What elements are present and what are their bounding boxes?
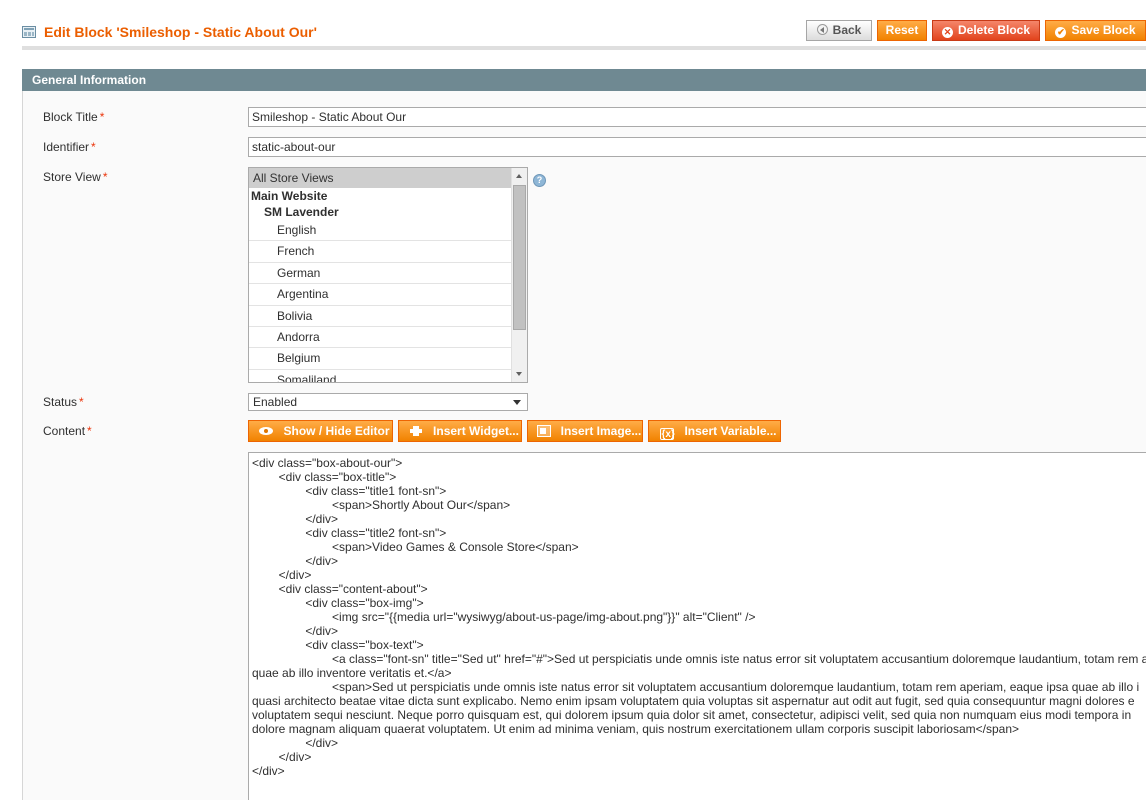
back-arrow-icon bbox=[816, 24, 828, 35]
widget-icon bbox=[409, 425, 423, 437]
status-selected-value: Enabled bbox=[253, 395, 298, 409]
required-marker: * bbox=[79, 395, 84, 409]
show-hide-editor-button[interactable]: Show / Hide Editor bbox=[248, 420, 393, 442]
image-icon bbox=[536, 425, 551, 437]
option-all-store-views[interactable]: All Store Views bbox=[249, 168, 511, 188]
block-title-label-text: Block Title bbox=[43, 110, 98, 124]
required-marker: * bbox=[99, 110, 105, 124]
identifier-label-text: Identifier bbox=[43, 140, 90, 154]
status-label-text: Status bbox=[43, 395, 78, 409]
reset-button[interactable]: Reset bbox=[877, 20, 927, 41]
content-html-text: <div class="box-about-our"> <div class="… bbox=[252, 456, 1146, 778]
scroll-down-arrow-icon[interactable] bbox=[512, 366, 527, 382]
page-title: Edit Block 'Smileshop - Static About Our… bbox=[44, 24, 317, 40]
header-divider bbox=[22, 46, 1146, 50]
delete-icon: ✕ bbox=[941, 27, 953, 38]
insert-image-label: Insert Image... bbox=[560, 424, 642, 438]
option-bolivia[interactable]: Bolivia bbox=[249, 306, 511, 327]
store-view-label: Store View * bbox=[43, 170, 107, 184]
option-english[interactable]: English bbox=[249, 220, 511, 242]
insert-image-button[interactable]: Insert Image... bbox=[527, 420, 643, 442]
scroll-up-arrow-icon[interactable] bbox=[512, 168, 527, 184]
page-header: Edit Block 'Smileshop - Static About Our… bbox=[0, 0, 1146, 50]
delete-block-button[interactable]: ✕ Delete Block bbox=[932, 20, 1040, 41]
option-somaliland[interactable]: Somaliland bbox=[249, 370, 511, 382]
status-select[interactable]: Enabled bbox=[248, 393, 528, 411]
option-german[interactable]: German bbox=[249, 263, 511, 285]
optgroup-main-website: Main Website bbox=[251, 189, 328, 203]
insert-widget-button[interactable]: Insert Widget... bbox=[398, 420, 522, 442]
grid-icon bbox=[22, 26, 36, 38]
insert-variable-label: Insert Variable... bbox=[684, 424, 777, 438]
status-label: Status * bbox=[43, 395, 84, 409]
content-label: Content * bbox=[43, 424, 92, 438]
back-button[interactable]: Back bbox=[806, 20, 872, 41]
save-button-label: Save Block bbox=[1071, 23, 1136, 37]
fieldset-legend: General Information bbox=[22, 69, 1146, 91]
dropdown-arrow-icon bbox=[513, 400, 521, 405]
option-french[interactable]: French bbox=[249, 241, 511, 263]
identifier-label: Identifier * bbox=[43, 140, 96, 154]
variable-icon: {x} bbox=[660, 428, 675, 440]
show-hide-editor-label: Show / Hide Editor bbox=[283, 424, 390, 438]
scrollbar-thumb[interactable] bbox=[513, 185, 526, 330]
optgroup-sm-lavender: SM Lavender bbox=[264, 205, 339, 219]
delete-button-label: Delete Block bbox=[957, 23, 1031, 37]
store-view-options: All Store Views Main Website SM Lavender… bbox=[249, 168, 511, 382]
store-view-label-text: Store View bbox=[43, 170, 101, 184]
option-argentina[interactable]: Argentina bbox=[249, 284, 511, 306]
required-marker: * bbox=[91, 140, 96, 154]
checkmark-icon: ✔ bbox=[1055, 27, 1067, 38]
insert-variable-button[interactable]: {x} Insert Variable... bbox=[648, 420, 781, 442]
back-button-label: Back bbox=[832, 23, 862, 37]
option-andorra[interactable]: Andorra bbox=[249, 327, 511, 349]
required-marker: * bbox=[102, 170, 108, 184]
help-icon[interactable]: ? bbox=[533, 174, 546, 187]
store-view-multiselect[interactable]: All Store Views Main Website SM Lavender… bbox=[248, 167, 528, 383]
identifier-input[interactable] bbox=[248, 137, 1146, 157]
block-title-label: Block Title * bbox=[43, 110, 104, 124]
reset-button-label: Reset bbox=[885, 23, 919, 37]
option-belgium[interactable]: Belgium bbox=[249, 348, 511, 370]
store-view-scrollbar[interactable] bbox=[511, 168, 527, 382]
content-textarea[interactable]: <div class="box-about-our"> <div class="… bbox=[248, 452, 1146, 800]
insert-widget-label: Insert Widget... bbox=[433, 424, 519, 438]
block-title-input[interactable] bbox=[248, 107, 1146, 127]
save-block-button[interactable]: ✔ Save Block bbox=[1045, 20, 1146, 41]
content-label-text: Content bbox=[43, 424, 86, 438]
eye-icon bbox=[259, 425, 274, 437]
required-marker: * bbox=[87, 424, 92, 438]
